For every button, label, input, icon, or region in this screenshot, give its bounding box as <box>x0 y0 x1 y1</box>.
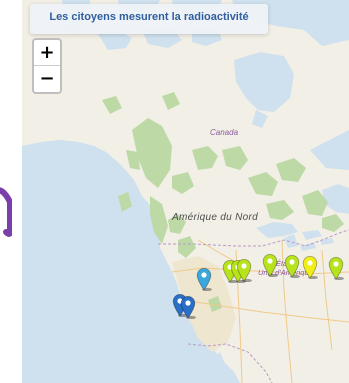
zoom-out-button[interactable]: − <box>34 66 60 92</box>
map-pin-icon <box>284 255 300 278</box>
map-pin-icon <box>262 254 278 277</box>
marker-green-5[interactable] <box>284 254 300 278</box>
edge-decoration-icon <box>0 172 12 240</box>
map-pin-icon <box>328 257 344 280</box>
marker-green-3[interactable] <box>236 258 252 282</box>
map-pin-icon <box>302 256 318 279</box>
marker-cyan-1[interactable] <box>196 267 212 291</box>
map-title-panel: Les citoyens mesurent la radioactivité <box>30 4 268 34</box>
map-view[interactable]: Canada Amérique du Nord États- Unis d'Am… <box>22 0 349 383</box>
map-title: Les citoyens mesurent la radioactivité <box>49 11 249 23</box>
marker-blue-2[interactable] <box>180 295 196 319</box>
zoom-in-button[interactable]: + <box>34 40 60 66</box>
marker-green-4[interactable] <box>262 253 278 277</box>
marker-green-6[interactable] <box>328 256 344 280</box>
map-pin-icon <box>196 268 212 291</box>
map-pin-icon <box>236 259 252 282</box>
zoom-control: + − <box>32 38 62 94</box>
map-pin-icon <box>180 296 196 319</box>
marker-layer <box>22 0 349 383</box>
marker-yellow-1[interactable] <box>302 255 318 279</box>
